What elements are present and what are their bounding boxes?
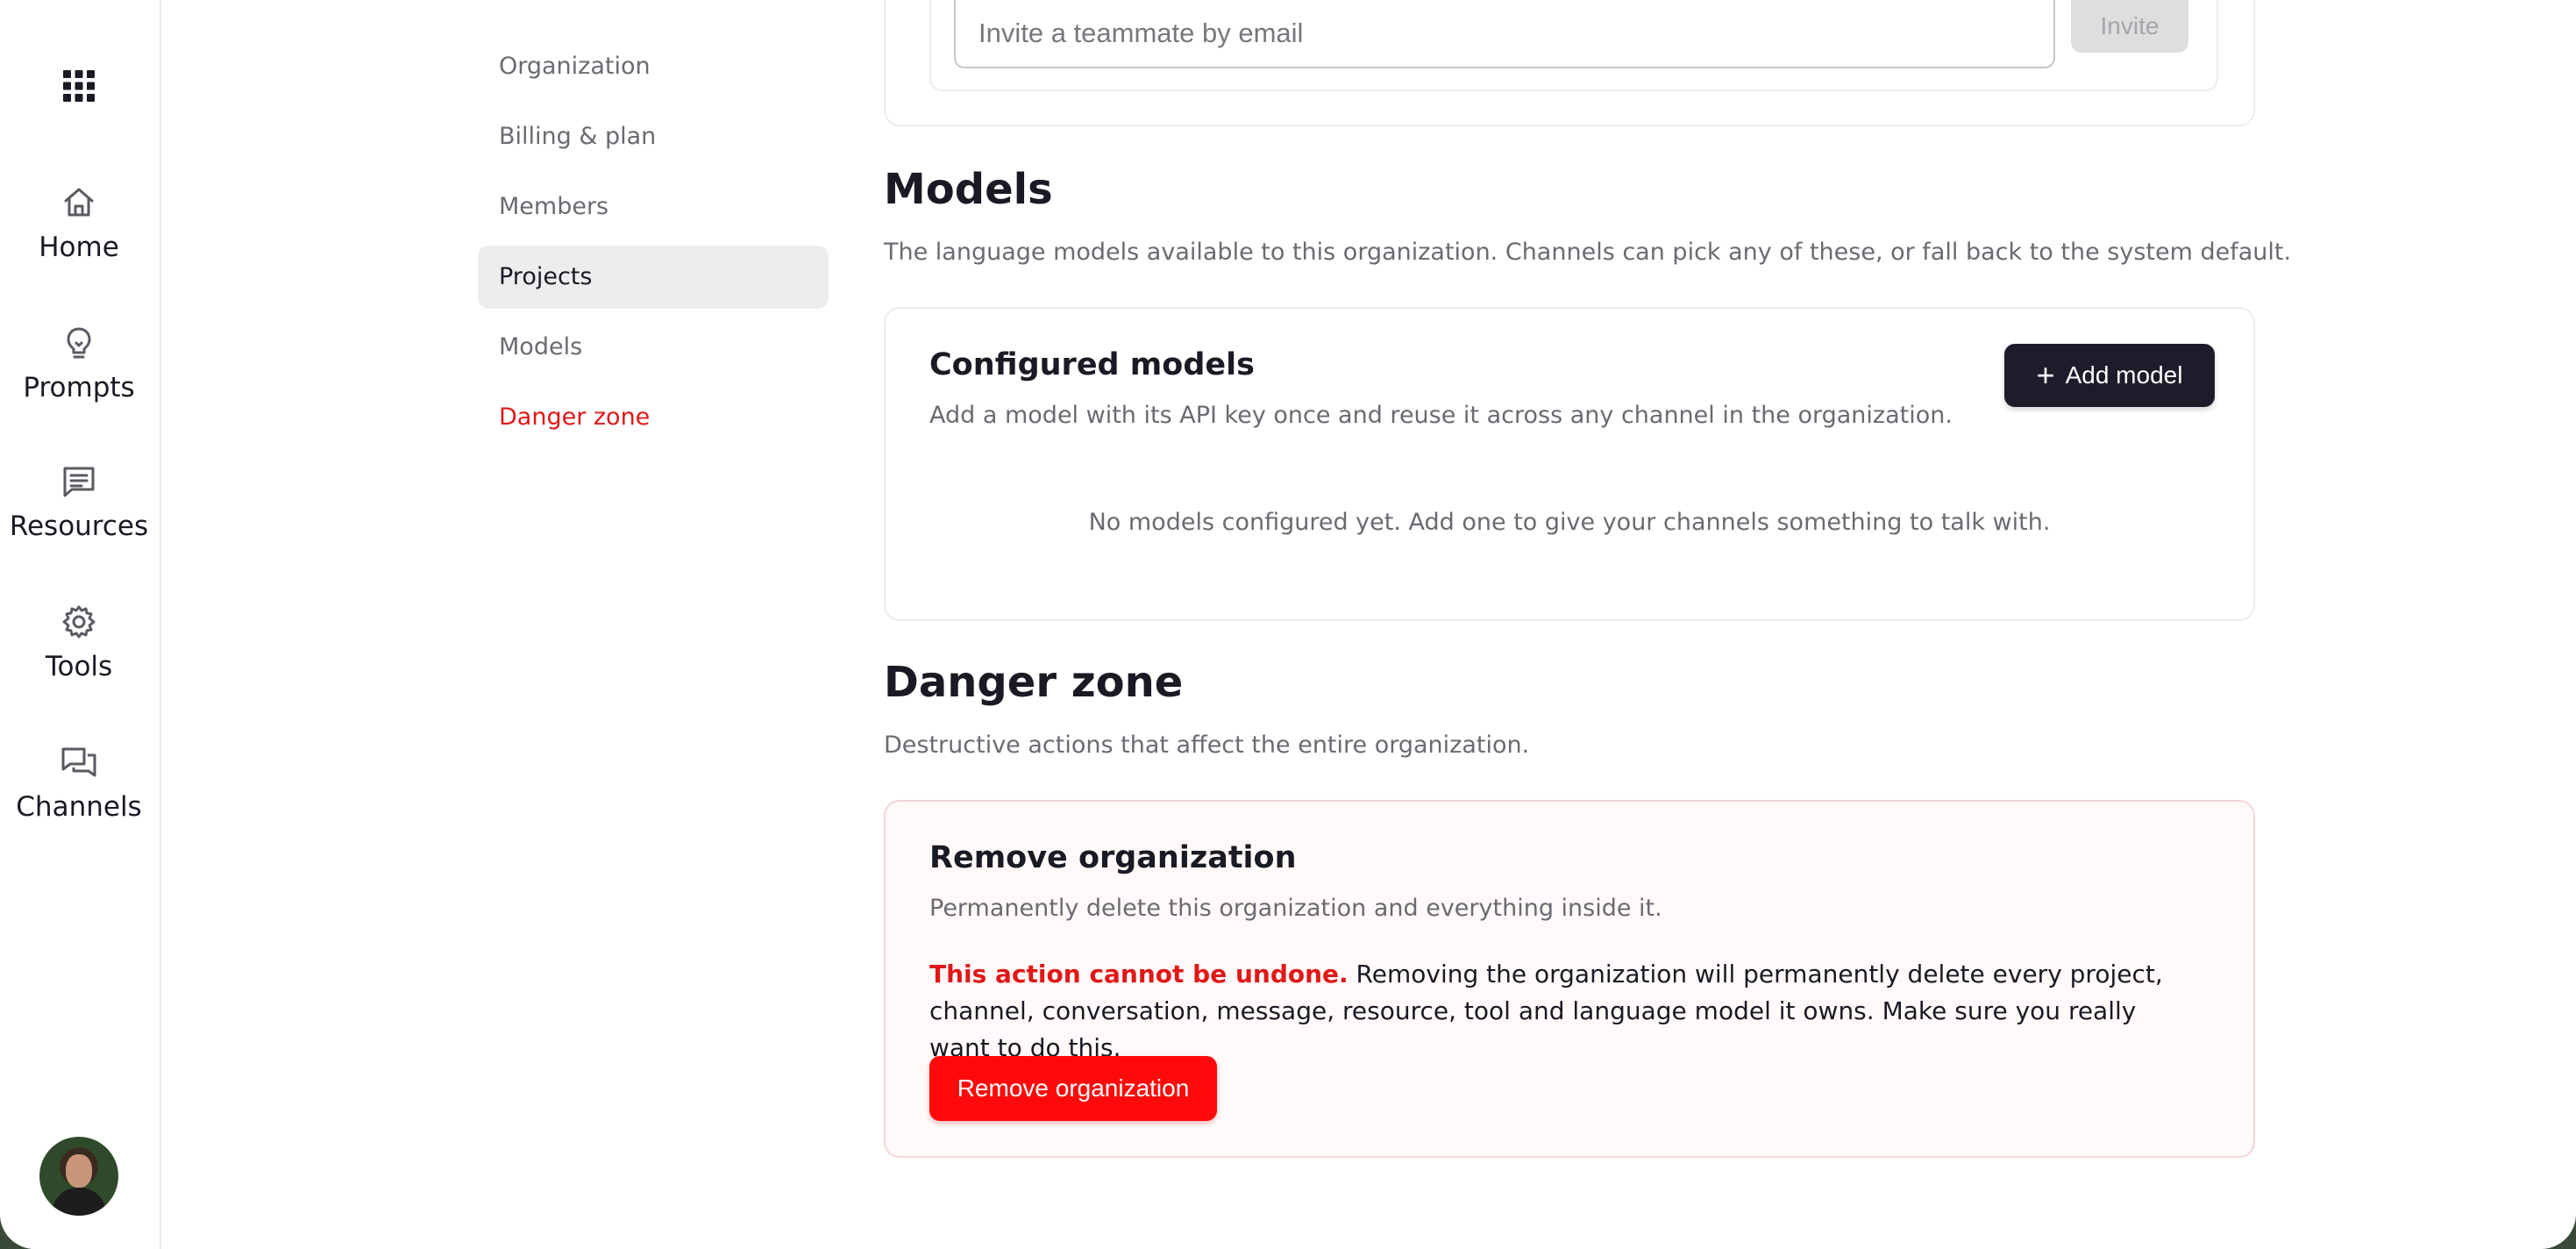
rail-item-label: Resources <box>9 510 149 542</box>
rail-item-channels[interactable]: Channels <box>0 742 158 847</box>
home-icon <box>64 188 94 217</box>
rail-item-label: Prompts <box>23 372 135 403</box>
rail-item-prompts[interactable]: Prompts <box>0 323 158 428</box>
invite-email-input[interactable] <box>954 0 2055 68</box>
danger-section-description: Destructive actions that affect the enti… <box>884 732 1530 759</box>
remove-organization-card: Remove organization Permanently delete t… <box>884 800 2255 1158</box>
danger-section-title: Danger zone <box>884 658 1184 707</box>
remove-organization-button[interactable]: Remove organization <box>929 1056 1217 1121</box>
remove-organization-warning: This action cannot be undone. Removing t… <box>929 956 2201 1067</box>
plus-icon: + <box>2036 357 2055 393</box>
invite-button[interactable]: Invite <box>2071 0 2188 53</box>
chat-icon <box>61 747 96 777</box>
models-section-title: Models <box>884 165 1053 214</box>
warning-emphasis: This action cannot be undone. <box>929 960 1348 988</box>
main-rail: Home Prompts Resources Tools Channels <box>0 0 161 1249</box>
settings-nav-organization[interactable]: Organization <box>478 35 829 98</box>
avatar[interactable] <box>39 1137 118 1216</box>
settings-nav-danger-zone[interactable]: Danger zone <box>478 386 829 449</box>
configured-models-card: Configured models Add a model with its A… <box>884 307 2255 621</box>
app-window: Home Prompts Resources Tools Channels Or… <box>0 0 2576 1249</box>
settings-nav-projects[interactable]: Projects <box>478 246 829 309</box>
settings-nav: Organization Billing & plan Members Proj… <box>478 35 829 456</box>
models-empty-state: No models configured yet. Add one to giv… <box>1088 509 2051 536</box>
add-model-button[interactable]: + Add model <box>2004 344 2215 407</box>
remove-organization-description: Permanently delete this organization and… <box>929 895 1662 922</box>
configured-models-title: Configured models <box>929 347 1255 382</box>
document-icon <box>63 467 95 497</box>
remove-organization-title: Remove organization <box>929 840 1297 875</box>
add-model-label: Add model <box>2065 361 2183 389</box>
settings-nav-members[interactable]: Members <box>478 175 829 239</box>
settings-nav-billing[interactable]: Billing & plan <box>478 105 829 168</box>
apps-grid-icon[interactable] <box>61 68 96 103</box>
rail-item-home[interactable]: Home <box>0 182 158 288</box>
rail-item-label: Channels <box>16 791 142 823</box>
rail-item-label: Tools <box>45 651 113 682</box>
settings-nav-models[interactable]: Models <box>478 316 829 379</box>
lightbulb-icon <box>67 327 91 359</box>
gear-icon <box>62 605 96 639</box>
rail-item-label: Home <box>39 232 119 263</box>
models-section-description: The language models available to this or… <box>884 239 2292 266</box>
configured-models-description: Add a model with its API key once and re… <box>929 402 1953 429</box>
rail-item-tools[interactable]: Tools <box>0 602 158 707</box>
rail-item-resources[interactable]: Resources <box>0 461 158 567</box>
